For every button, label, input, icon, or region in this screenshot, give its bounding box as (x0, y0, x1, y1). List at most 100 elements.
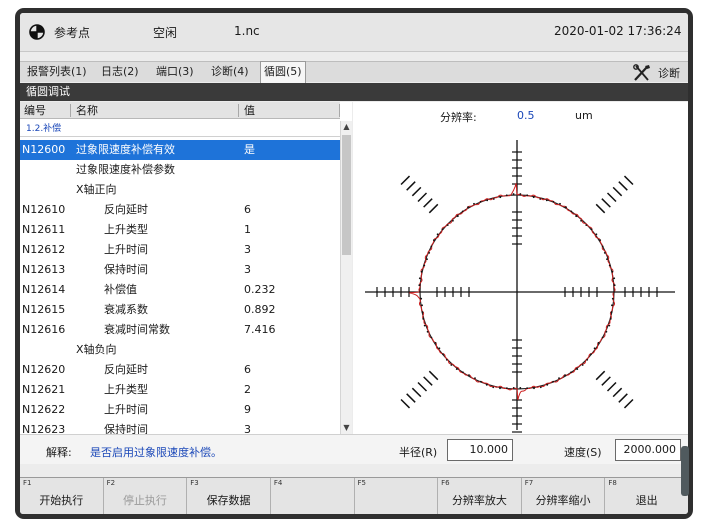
table-row[interactable]: N12600 过象限速度补偿有效 是 (20, 140, 340, 160)
diagonal-tick (595, 370, 606, 381)
row-value: 0.892 (244, 303, 276, 316)
row-id: N12616 (22, 323, 66, 336)
trace-point (505, 194, 508, 197)
trace-point (420, 270, 423, 273)
table-row[interactable]: N12622 上升时间 9 (20, 400, 340, 420)
diagnosis-tool-button[interactable]: 诊断 (632, 63, 680, 82)
tab-log[interactable]: 日志(2) (98, 62, 142, 82)
table-row[interactable]: N12611 上升类型 1 (20, 220, 340, 240)
diagonal-tick (423, 376, 433, 386)
trace-point (611, 304, 613, 307)
row-id: N12610 (22, 203, 66, 216)
trace-point (473, 202, 475, 205)
f5-button[interactable]: F5 (355, 478, 439, 514)
row-id: N12614 (22, 283, 66, 296)
speed-label: 速度(S) (564, 446, 602, 459)
device-frame: 参考点 空闲 1.nc 2020-01-02 17:36:24 报警列表(1) … (15, 8, 693, 519)
circle-plot: 分辨率: 0.5 um (353, 102, 688, 434)
trace-point (586, 358, 589, 361)
table-row[interactable]: N12616 衰减时间常数 7.416 (20, 320, 340, 340)
trace-point (526, 387, 528, 390)
radius-label: 半径(R) (399, 446, 438, 459)
f7-zoom-out-button[interactable]: F7 分辨率缩小 (522, 478, 606, 514)
diagonal-tick (618, 181, 628, 191)
row-value: 3 (244, 263, 251, 276)
f1-start-button[interactable]: F1 开始执行 (20, 478, 104, 514)
diagonal-tick (406, 181, 416, 191)
row-id: N12622 (22, 403, 66, 416)
row-name: 上升类型 (104, 383, 148, 396)
tab-diagnosis[interactable]: 诊断(4) (208, 62, 252, 82)
table-row[interactable]: N12621 上升类型 2 (20, 380, 340, 400)
f6-zoom-in-button[interactable]: F6 分辨率放大 (438, 478, 522, 514)
trace-point (613, 284, 616, 287)
scroll-down-icon[interactable]: ▼ (341, 422, 352, 434)
trace-point (436, 233, 439, 236)
parameter-table: 编号 名称 值 1.2.补偿 N12600 过象限速度补偿有效 是过象限速度补偿参数… (20, 102, 352, 434)
tab-alarm-list[interactable]: 报警列表(1) (24, 62, 90, 82)
table-row[interactable]: N12612 上升时间 3 (20, 240, 340, 260)
trace-point (526, 194, 529, 197)
trace-point (613, 277, 616, 280)
radius-input[interactable]: 10.000 (447, 439, 513, 461)
trace-point (575, 215, 578, 218)
table-row[interactable]: X轴正向 (20, 180, 340, 200)
diagonal-tick (411, 186, 422, 197)
diagnosis-tool-label: 诊断 (658, 66, 680, 80)
diagonal-tick (423, 198, 433, 208)
f8-exit-button[interactable]: F8 退出 (605, 478, 688, 514)
trace-point (433, 239, 435, 242)
row-name: 上升类型 (104, 223, 148, 236)
description-text: 是否启用过象限速度补偿。 (90, 446, 222, 459)
trace-point (421, 311, 424, 313)
trace-point (532, 196, 535, 199)
hmi-screen: 参考点 空闲 1.nc 2020-01-02 17:36:24 报警列表(1) … (20, 13, 688, 514)
diagonal-tick (606, 381, 617, 392)
diagonal-tick (606, 192, 617, 203)
trace-point (593, 347, 596, 350)
trace-point (608, 264, 611, 267)
trace-point (559, 202, 561, 205)
trace-point (519, 387, 522, 389)
row-value: 3 (244, 243, 251, 256)
scroll-up-icon[interactable]: ▲ (341, 121, 352, 133)
trace-point (585, 224, 588, 226)
trace-point (581, 364, 584, 366)
row-name: X轴正向 (76, 183, 117, 196)
col-header-value: 值 (244, 104, 255, 117)
trace-point (512, 193, 515, 195)
table-row[interactable]: 过象限速度补偿参数 (20, 160, 340, 180)
trace-point (421, 304, 423, 307)
trace-point (580, 219, 582, 222)
table-row[interactable]: X轴负向 (20, 340, 340, 360)
trace-point (420, 297, 423, 300)
f4-button[interactable]: F4 (271, 478, 355, 514)
trace-point (450, 364, 453, 366)
row-value: 2 (244, 383, 251, 396)
diagonal-tick (601, 376, 611, 386)
f3-save-button[interactable]: F3 保存数据 (187, 478, 271, 514)
row-id: N12620 (22, 363, 66, 376)
trace-point (423, 324, 426, 327)
table-scrollbar[interactable]: ▲ ▼ (340, 121, 352, 434)
table-row[interactable]: N12620 反向延时 6 (20, 360, 340, 380)
trace-point (492, 386, 495, 389)
table-row[interactable]: N12610 反向延时 6 (20, 200, 340, 220)
speed-input[interactable]: 2000.000 (615, 439, 681, 461)
table-row[interactable]: N12614 补偿值 0.232 (20, 280, 340, 300)
tab-port[interactable]: 端口(3) (153, 62, 197, 82)
row-value: 7.416 (244, 323, 276, 336)
row-name: 上升时间 (104, 243, 148, 256)
trace-point (430, 245, 433, 248)
trace-point (533, 387, 535, 390)
table-row[interactable]: N12613 保持时间 3 (20, 260, 340, 280)
scroll-thumb[interactable] (342, 135, 351, 255)
trace-point (606, 258, 608, 261)
group-label: 1.2.补偿 (20, 121, 340, 137)
table-row[interactable]: N12615 衰减系数 0.892 (20, 300, 340, 320)
tab-circle-test[interactable]: 循圆(5) (260, 61, 306, 83)
reference-point-icon (29, 24, 45, 40)
f2-stop-button[interactable]: F2 停止执行 (104, 478, 188, 514)
trace-point (609, 318, 612, 320)
table-row[interactable]: N12623 保持时间 3 (20, 420, 340, 434)
